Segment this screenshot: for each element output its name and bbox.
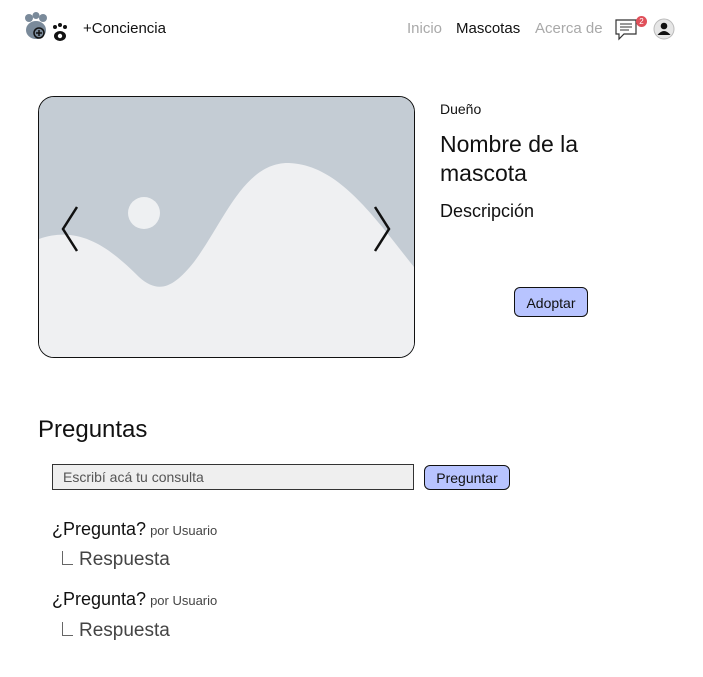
brand-name[interactable]: +Conciencia — [83, 20, 166, 37]
carousel-next-button[interactable] — [371, 205, 393, 253]
adopt-button[interactable]: Adoptar — [514, 287, 588, 317]
nav-inicio[interactable]: Inicio — [407, 20, 442, 37]
question-author: por Usuario — [150, 523, 218, 538]
questions-title: Preguntas — [38, 416, 148, 443]
question-item: ¿Pregunta? por Usuario — [52, 589, 217, 610]
pet-image-carousel[interactable] — [38, 96, 415, 358]
question-text: ¿Pregunta? — [52, 589, 147, 609]
pet-name: Nombre de la mascota — [440, 131, 579, 186]
answer-text: Respuesta — [79, 620, 170, 641]
question-text: ¿Pregunta? — [52, 519, 147, 539]
reply-connector — [62, 551, 73, 565]
ask-button[interactable]: Preguntar — [424, 465, 510, 490]
user-avatar-icon[interactable] — [653, 18, 675, 40]
owner-label[interactable]: Dueño — [440, 101, 481, 117]
carousel-prev-button[interactable] — [59, 205, 81, 253]
reply-connector — [62, 622, 73, 636]
nav-mascotas[interactable]: Mascotas — [456, 20, 520, 37]
pet-description: Descripción — [440, 201, 535, 221]
question-author: por Usuario — [150, 593, 218, 608]
image-placeholder-icon — [39, 97, 414, 357]
question-item: ¿Pregunta? por Usuario — [52, 519, 217, 540]
paw-logo-icon[interactable] — [22, 12, 72, 46]
answer-text: Respuesta — [79, 549, 170, 570]
nav-acerca-de[interactable]: Acerca de — [535, 20, 603, 37]
notification-badge: 2 — [636, 16, 647, 27]
question-input[interactable] — [52, 464, 414, 490]
